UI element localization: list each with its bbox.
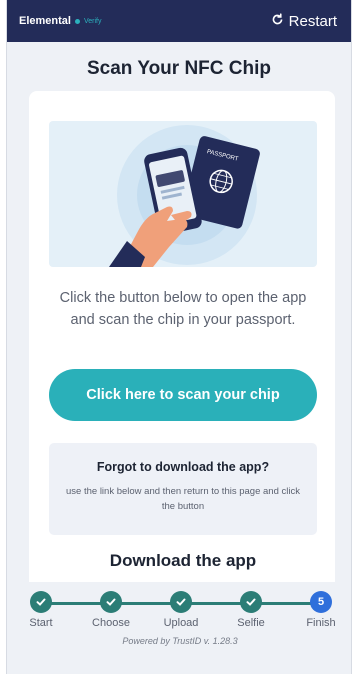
instruction-text: Click the button below to open the app a… — [59, 290, 307, 328]
brand-sub: Verify — [83, 17, 102, 25]
check-icon — [240, 591, 262, 613]
check-icon — [170, 591, 192, 613]
step-label: Finish — [306, 617, 336, 629]
check-icon — [30, 591, 52, 613]
check-icon — [100, 591, 122, 613]
forgot-app-text: use the link below and then return to th… — [66, 486, 300, 512]
progress-footer: Start Choose Upload Selfie 5 Finish Powe… — [7, 582, 351, 652]
step-start[interactable]: Start — [11, 591, 71, 629]
top-bar: Elemental Verify Restart — [7, 0, 351, 42]
hero-illustration: PASSPORT — [49, 121, 317, 267]
brand-name: Elemental — [19, 15, 71, 27]
step-label: Start — [29, 617, 53, 629]
scan-chip-button[interactable]: Click here to scan your chip — [49, 369, 317, 421]
content-card: PASSPORT Click the button below to open … — [29, 91, 335, 611]
page-title: Scan Your NFC Chip — [86, 58, 272, 79]
download-app-heading: Download the app — [109, 551, 257, 570]
step-label: Upload — [163, 617, 199, 629]
restart-icon — [271, 12, 284, 30]
step-number: 5 — [310, 591, 332, 613]
step-upload[interactable]: Upload — [151, 591, 211, 629]
brand-logo: Elemental Verify — [19, 15, 101, 27]
powered-by-text: Powered by TrustID v. 1.28.3 — [122, 636, 238, 646]
step-label: Choose — [92, 617, 130, 629]
step-label: Selfie — [237, 617, 265, 629]
step-finish[interactable]: 5 Finish — [291, 591, 351, 629]
brand-dot-icon — [74, 18, 80, 24]
app-frame: Elemental Verify Restart Scan Your NFC C… — [6, 0, 352, 674]
restart-button[interactable]: Restart — [271, 13, 337, 30]
forgot-app-box: Forgot to download the app? use the link… — [49, 443, 317, 535]
restart-label: Restart — [288, 12, 337, 30]
step-selfie[interactable]: Selfie — [221, 591, 281, 629]
forgot-app-title: Forgot to download the app? — [96, 460, 270, 474]
step-choose[interactable]: Choose — [81, 591, 141, 629]
